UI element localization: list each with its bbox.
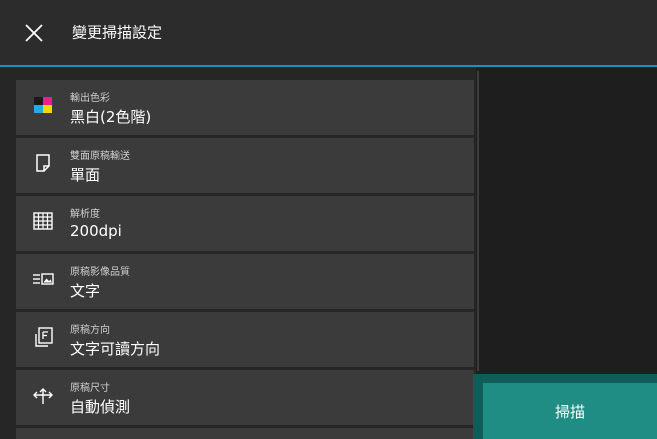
setting-resolution[interactable]: 解析度 200dpi xyxy=(16,196,474,251)
setting-label: 輸出色彩 xyxy=(70,93,110,104)
page-title: 變更掃描設定 xyxy=(72,23,163,42)
setting-value: 自動偵測 xyxy=(70,398,131,416)
setting-label: 解析度 xyxy=(70,209,100,220)
setting-value: 文字可讀方向 xyxy=(70,340,161,358)
setting-value: 文字 xyxy=(70,282,101,300)
document-icon xyxy=(32,152,54,174)
color-output-icon xyxy=(32,94,54,116)
setting-original-size[interactable]: 原稿尺寸 自動偵測 xyxy=(16,370,474,425)
setting-output-color[interactable]: 輸出色彩 黑白(2色階) xyxy=(16,80,474,135)
image-quality-icon xyxy=(32,268,54,290)
setting-next-item[interactable] xyxy=(16,428,474,439)
setting-value: 單面 xyxy=(70,166,101,184)
setting-label: 原稿尺寸 xyxy=(70,383,110,394)
setting-label: 雙面原稿輸送 xyxy=(70,151,130,162)
title-bar: 變更掃描設定 xyxy=(0,0,657,67)
setting-label: 原稿影像品質 xyxy=(70,267,130,278)
close-icon[interactable] xyxy=(22,21,46,45)
scan-button-label: 掃描 xyxy=(554,402,585,421)
setting-duplex[interactable]: 雙面原稿輸送 單面 xyxy=(16,138,474,193)
setting-orientation[interactable]: 原稿方向 文字可讀方向 xyxy=(16,312,474,367)
preview-area xyxy=(480,69,657,371)
setting-value: 200dpi xyxy=(70,222,122,240)
scan-button[interactable]: 掃描 xyxy=(483,383,657,439)
orientation-icon xyxy=(32,326,54,348)
grid-icon xyxy=(32,210,54,232)
setting-image-quality[interactable]: 原稿影像品質 文字 xyxy=(16,254,474,309)
close-button[interactable] xyxy=(22,21,46,45)
setting-label: 原稿方向 xyxy=(70,325,110,336)
panel-divider xyxy=(477,71,479,371)
setting-value: 黑白(2色階) xyxy=(70,108,152,126)
resize-arrows-icon xyxy=(32,384,54,406)
